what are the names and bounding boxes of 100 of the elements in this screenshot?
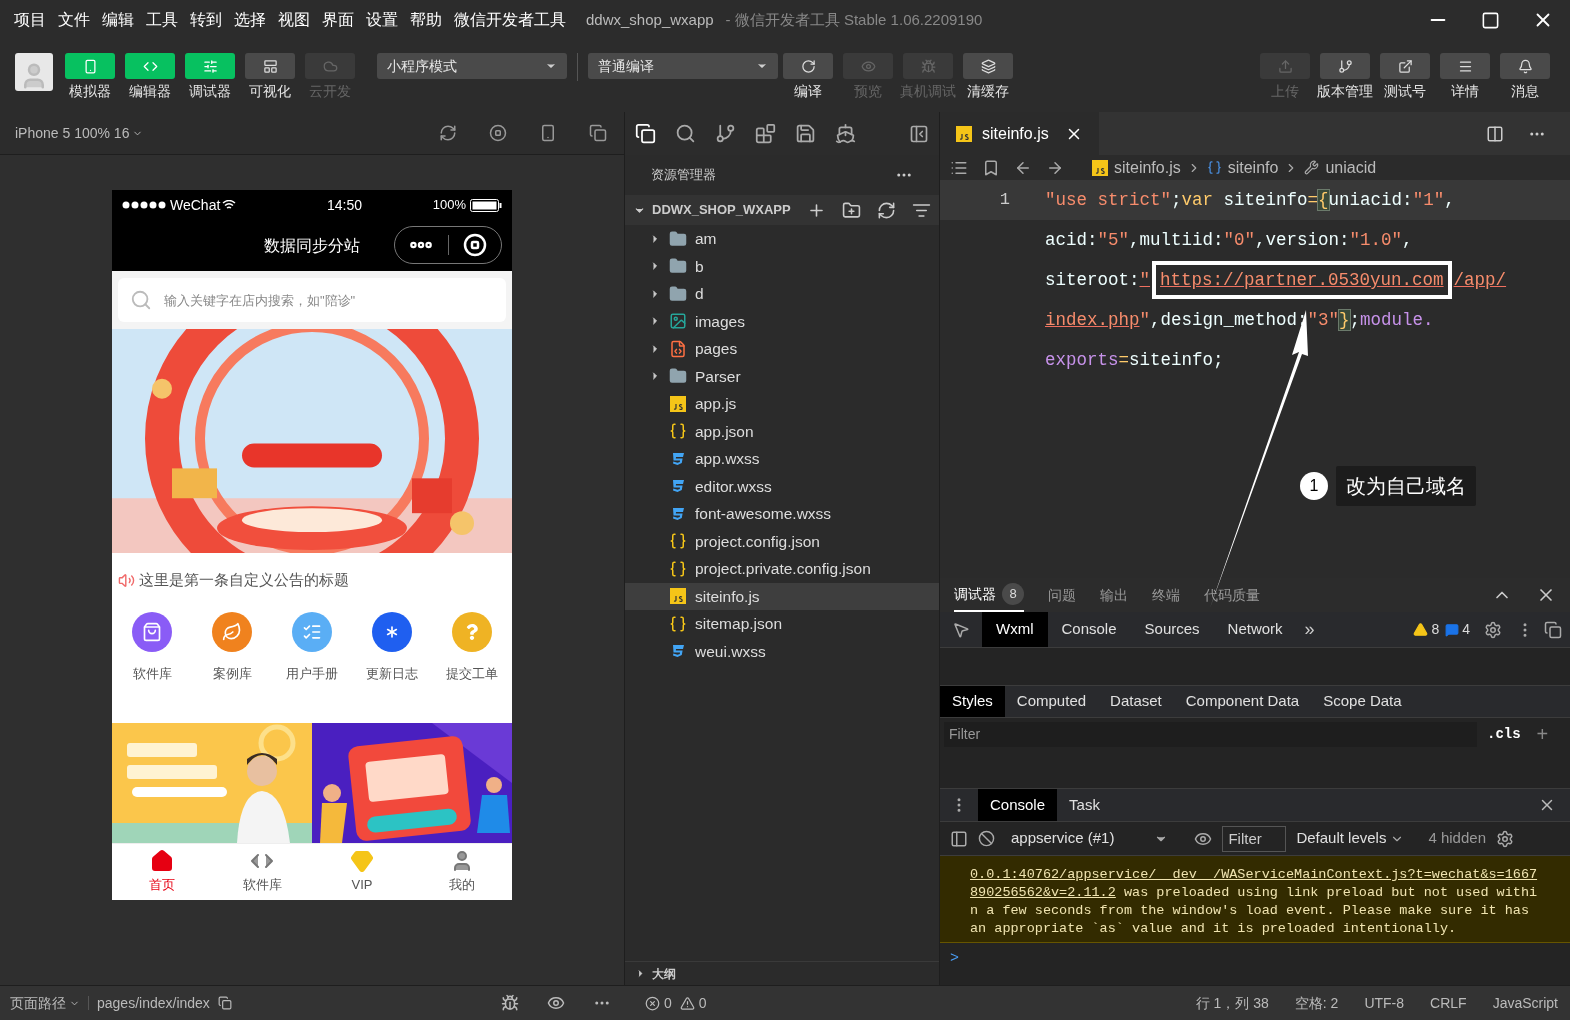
shortcut-icon[interactable] <box>372 612 412 652</box>
eye-icon[interactable] <box>547 994 565 1012</box>
ship-icon[interactable] <box>835 123 856 144</box>
styles-tab[interactable]: Component Data <box>1173 686 1312 717</box>
styles-tab[interactable]: Styles <box>940 686 1005 717</box>
drawer-tab[interactable]: Console <box>978 789 1058 821</box>
toolbar-button[interactable] <box>783 53 833 79</box>
devtools-tab[interactable]: Sources <box>1130 612 1214 647</box>
file-tree-item[interactable]: app.json <box>625 417 939 445</box>
toolbar-button[interactable] <box>963 53 1013 79</box>
cls-button[interactable]: .cls <box>1487 723 1521 745</box>
file-tree-item[interactable]: pages <box>625 335 939 363</box>
shortcut-icon[interactable] <box>212 612 252 652</box>
tab-bar-item[interactable]: 我的 <box>412 844 512 900</box>
file-tree-item[interactable]: Parser <box>625 362 939 390</box>
more-tabs-button[interactable]: » <box>1296 616 1323 643</box>
devtools-tab[interactable]: Network <box>1213 612 1297 647</box>
shortcut-icon[interactable] <box>132 612 172 652</box>
file-tree-item[interactable]: d <box>625 280 939 308</box>
file-tree-item[interactable]: app.js <box>625 390 939 418</box>
menu-item[interactable]: 微信开发者工具 <box>454 8 566 32</box>
styles-tab[interactable]: Computed <box>1004 686 1099 717</box>
menu-item[interactable]: 转到 <box>190 8 222 32</box>
file-tree-item[interactable]: b <box>625 252 939 280</box>
clear-icon[interactable] <box>978 830 995 847</box>
settings-icon[interactable] <box>1484 620 1502 639</box>
refresh-icon[interactable] <box>877 200 896 220</box>
menu-item[interactable]: 帮助 <box>410 8 442 32</box>
breadcrumb-item[interactable]: uniacid <box>1325 155 1377 180</box>
search-field[interactable]: 输入关键字在店内搜索，如"陪诊" <box>118 278 506 322</box>
line-ending[interactable]: CRLF <box>1430 992 1467 1014</box>
editor-tab[interactable]: siteinfo.js <box>940 112 1099 155</box>
extensions-icon[interactable] <box>755 123 776 144</box>
device-dropdown[interactable]: iPhone 5 100% 16 <box>15 122 144 144</box>
menu-item[interactable]: 设置 <box>366 8 398 32</box>
file-tree-item[interactable]: app.wxss <box>625 445 939 473</box>
inspect-icon[interactable] <box>952 620 970 639</box>
menu-item[interactable]: 项目 <box>14 8 46 32</box>
file-tree-item[interactable]: project.config.json <box>625 527 939 555</box>
collapse-sidebar-icon[interactable] <box>909 123 929 144</box>
branch-icon[interactable] <box>715 123 736 144</box>
menu-item[interactable]: 选择 <box>234 8 266 32</box>
storage-icon[interactable] <box>795 123 816 144</box>
sidebar-icon[interactable] <box>950 829 968 848</box>
encoding[interactable]: UTF-8 <box>1364 992 1405 1014</box>
devtools-tab[interactable]: Wxml <box>982 612 1048 647</box>
menu-item[interactable]: 工具 <box>146 8 178 32</box>
panel-tab[interactable]: 输出 <box>1100 578 1128 612</box>
toolbar-button[interactable] <box>1320 53 1370 79</box>
outline-header[interactable]: 大纲 <box>652 964 676 983</box>
toolbar-button[interactable] <box>1380 53 1430 79</box>
console-prompt[interactable]: > <box>950 950 959 967</box>
context-dropdown[interactable]: appservice (#1) <box>1005 827 1175 850</box>
file-tree-item[interactable]: font-awesome.wxss <box>625 500 939 528</box>
split-editor-icon[interactable] <box>1486 124 1504 143</box>
add-rule-button[interactable]: + <box>1536 719 1549 749</box>
file-tree-item[interactable]: weui.wxss <box>625 637 939 665</box>
tab-bar-item[interactable]: VIP <box>312 844 412 900</box>
settings-icon[interactable] <box>1496 829 1514 848</box>
refresh-icon[interactable] <box>439 124 457 142</box>
compile-dropdown[interactable]: 普通编译 <box>588 53 778 79</box>
menu-item[interactable]: 文件 <box>58 8 90 32</box>
tab-bar-item[interactable]: 软件库 <box>212 844 312 900</box>
stop-icon[interactable] <box>489 124 507 142</box>
file-tree-item[interactable]: editor.wxss <box>625 472 939 500</box>
toolbar-button[interactable] <box>1500 53 1550 79</box>
maximize-icon[interactable] <box>1481 10 1500 30</box>
undock-icon[interactable] <box>1544 620 1562 639</box>
page-path-dropdown[interactable]: 页面路径 <box>10 992 80 1014</box>
cursor-position[interactable]: 行 1，列 38 <box>1195 992 1269 1014</box>
menu-item[interactable]: 编辑 <box>102 8 134 32</box>
menu-item[interactable]: 视图 <box>278 8 310 32</box>
devtools-tab[interactable]: Console <box>1047 612 1131 647</box>
phone-icon[interactable] <box>539 124 557 142</box>
drawer-tab[interactable]: Task <box>1057 789 1112 821</box>
menu-item[interactable]: 界面 <box>322 8 354 32</box>
tab-bar-item[interactable]: 首页 <box>112 844 212 900</box>
bookmark-icon[interactable] <box>982 158 1000 177</box>
language-mode[interactable]: JavaScript <box>1492 992 1558 1014</box>
file-tree-item[interactable]: images <box>625 307 939 335</box>
console-filter-field[interactable]: Filter <box>1222 825 1287 852</box>
panel-tab[interactable]: 问题 <box>1048 578 1076 612</box>
levels-dropdown[interactable]: Default levels <box>1296 827 1405 850</box>
copy-icon[interactable] <box>217 996 232 1010</box>
panel-tab[interactable]: 代码质量 <box>1204 578 1260 612</box>
filter-field[interactable]: Filter <box>944 721 1477 747</box>
indent-setting[interactable]: 空格: 2 <box>1294 992 1339 1014</box>
new-folder-icon[interactable] <box>842 200 861 220</box>
panel-tab[interactable]: 终端 <box>1152 578 1180 612</box>
styles-tab[interactable]: Scope Data <box>1311 686 1414 717</box>
breadcrumb-item[interactable]: siteinfo <box>1227 155 1279 180</box>
bug-icon[interactable] <box>501 994 519 1012</box>
file-tree-item[interactable]: project.private.config.json <box>625 555 939 583</box>
search-icon[interactable] <box>675 123 696 144</box>
file-tree-item[interactable]: am <box>625 225 939 253</box>
toolbar-button[interactable] <box>1440 53 1490 79</box>
mode-dropdown[interactable]: 小程序模式 <box>377 53 567 79</box>
file-tree-item[interactable]: siteinfo.js <box>625 582 939 610</box>
explorer-icon[interactable] <box>635 123 656 144</box>
file-tree-item[interactable]: sitemap.json <box>625 610 939 638</box>
